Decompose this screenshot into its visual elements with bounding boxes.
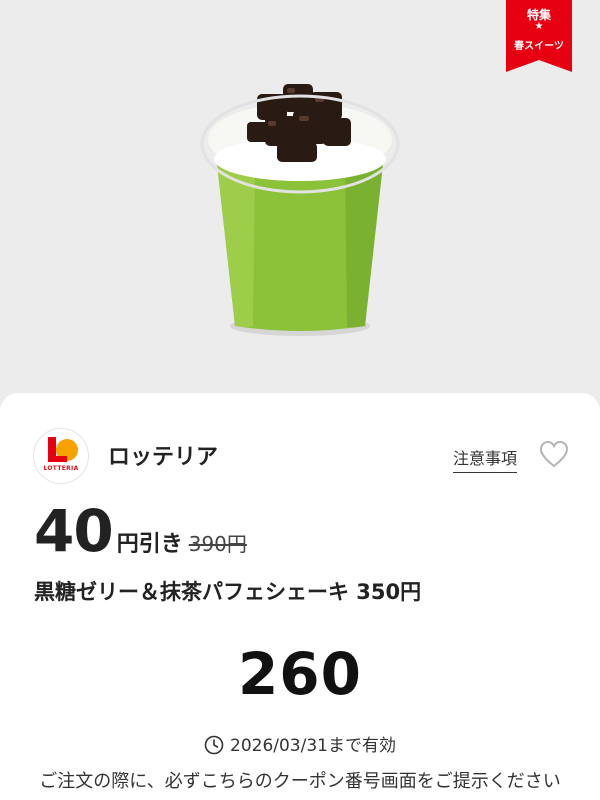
ribbon-star-icon: ★ — [534, 21, 544, 32]
discount-row: 40 円引き 390円 — [34, 497, 247, 567]
product-hero: 特集 ★ 春スイーツ — [0, 0, 600, 400]
feature-ribbon: 特集 ★ 春スイーツ — [506, 0, 572, 72]
notes-link[interactable]: 注意事項 — [453, 445, 518, 473]
heart-outline-icon — [539, 440, 569, 468]
expiry-date: 2026/03/31まで有効 — [230, 736, 396, 756]
usage-notice: ご注文の際に、必ずこちらのクーポン番号画面をご提示ください — [39, 771, 561, 792]
coupon-code: 260 — [237, 640, 363, 708]
clock-icon — [204, 735, 224, 755]
logo-wordmark: LOTTERIA — [43, 465, 79, 472]
expiry-line: 2026/03/31まで有効 — [0, 731, 600, 756]
product-image — [200, 84, 400, 336]
favorite-button[interactable] — [539, 440, 569, 468]
product-name: 黒糖ゼリー＆抹茶パフェシェーキ 350円 — [34, 580, 422, 604]
discount-amount: 40 — [34, 497, 114, 565]
original-price: 390円 — [188, 532, 247, 556]
store-logo: LOTTERIA — [33, 428, 89, 484]
discount-unit: 円引き — [116, 532, 183, 557]
store-name: ロッテリア — [108, 445, 219, 470]
ribbon-subtitle: 春スイーツ — [514, 41, 564, 52]
